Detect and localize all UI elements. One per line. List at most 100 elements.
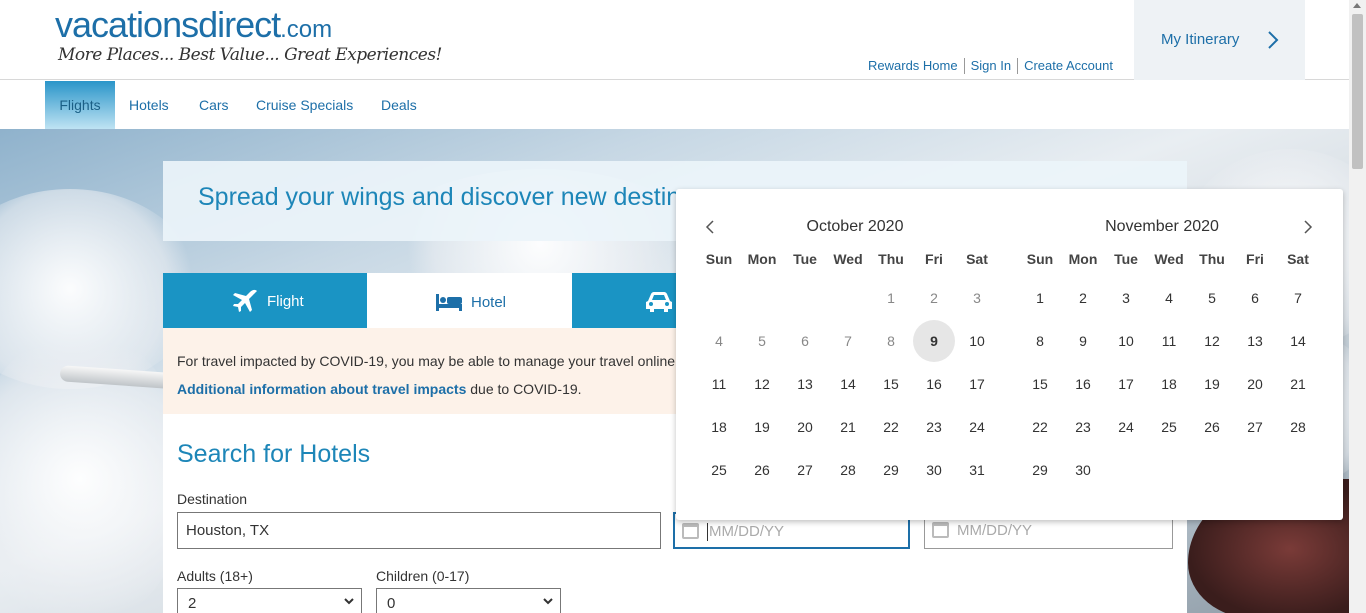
- calendar-day[interactable]: 28: [827, 449, 869, 491]
- calendar-day[interactable]: 10: [956, 320, 998, 362]
- calendar-day[interactable]: 25: [698, 449, 740, 491]
- children-select[interactable]: 0: [376, 588, 561, 613]
- calendar-day[interactable]: 17: [1105, 363, 1147, 405]
- calendar-day[interactable]: 19: [741, 406, 783, 448]
- calendar-day[interactable]: 26: [741, 449, 783, 491]
- my-itinerary-button[interactable]: My Itinerary: [1134, 0, 1305, 80]
- calendar-day[interactable]: 24: [956, 406, 998, 448]
- calendar-day[interactable]: 15: [1019, 363, 1061, 405]
- nav-item-cruise-specials[interactable]: Cruise Specials: [256, 81, 353, 129]
- calendar-day[interactable]: 20: [784, 406, 826, 448]
- calendar-day[interactable]: 16: [1062, 363, 1104, 405]
- calendar-day[interactable]: 9: [913, 320, 955, 362]
- calendar-day[interactable]: 28: [1277, 406, 1319, 448]
- tab-hotel[interactable]: Hotel: [367, 273, 572, 328]
- weekday-header: Sat: [1287, 251, 1309, 267]
- destination-input[interactable]: Houston, TX: [177, 512, 661, 549]
- weekday-header: Wed: [1154, 251, 1184, 267]
- calendar-day: 8: [887, 333, 895, 349]
- adults-select[interactable]: 2: [177, 588, 362, 613]
- calendar-day[interactable]: 17: [956, 363, 998, 405]
- calendar-day[interactable]: 24: [1105, 406, 1147, 448]
- calendar-day[interactable]: 11: [1148, 320, 1190, 362]
- month-title-right: November 2020: [1105, 218, 1219, 235]
- create-account-link[interactable]: Create Account: [1017, 58, 1119, 74]
- travel-impacts-link[interactable]: Additional information about travel impa…: [177, 381, 466, 397]
- calendar-day[interactable]: 7: [1277, 277, 1319, 319]
- calendar-day[interactable]: 12: [1191, 320, 1233, 362]
- destination-label: Destination: [177, 491, 248, 507]
- calendar-day[interactable]: 23: [1062, 406, 1104, 448]
- calendar-day[interactable]: 20: [1234, 363, 1276, 405]
- calendar-day[interactable]: 11: [698, 363, 740, 405]
- calendar-day[interactable]: 26: [1191, 406, 1233, 448]
- covid-suffix: due to COVID-19.: [466, 381, 582, 397]
- calendar-day[interactable]: 29: [870, 449, 912, 491]
- month-title-left: October 2020: [806, 218, 904, 235]
- calendar-day[interactable]: 21: [1277, 363, 1319, 405]
- calendar-day[interactable]: 31: [956, 449, 998, 491]
- calendar-day[interactable]: 16: [913, 363, 955, 405]
- scroll-up-arrow[interactable]: [1353, 3, 1361, 8]
- tab-hotel-label: Hotel: [471, 293, 507, 311]
- rewards-home-link[interactable]: Rewards Home: [862, 58, 964, 74]
- nav-item-hotels[interactable]: Hotels: [129, 81, 169, 129]
- calendar-day[interactable]: 6: [1234, 277, 1276, 319]
- weekday-header: Mon: [747, 251, 777, 267]
- weekday-header: Fri: [1246, 251, 1264, 267]
- covid-notice-line2: Additional information about travel impa…: [177, 381, 582, 397]
- tab-car[interactable]: [572, 273, 676, 328]
- calendar-day[interactable]: 22: [870, 406, 912, 448]
- weekday-header: Wed: [833, 251, 863, 267]
- calendar-day[interactable]: 12: [741, 363, 783, 405]
- calendar-day[interactable]: 19: [1191, 363, 1233, 405]
- calendar-day[interactable]: 3: [1105, 277, 1147, 319]
- calendar-day[interactable]: 13: [784, 363, 826, 405]
- calendar-day[interactable]: 14: [827, 363, 869, 405]
- chevron-down-icon: [543, 598, 553, 605]
- nav-item-deals[interactable]: Deals: [381, 81, 417, 129]
- calendar-day[interactable]: 5: [1191, 277, 1233, 319]
- calendar-day[interactable]: 4: [1148, 277, 1190, 319]
- calendar-day[interactable]: 2: [1062, 277, 1104, 319]
- date-picker: October 2020 November 2020 Sun Mon Tue Wed T…: [676, 189, 1343, 520]
- plane-icon: [233, 289, 257, 312]
- calendar-day[interactable]: 15: [870, 363, 912, 405]
- calendar-day[interactable]: 8: [1019, 320, 1061, 362]
- text-cursor: [707, 523, 708, 542]
- calendar-day[interactable]: 9: [1062, 320, 1104, 362]
- weekday-header: Tue: [793, 251, 817, 267]
- nav-item-flights[interactable]: Flights: [45, 81, 115, 129]
- calendar-day[interactable]: 21: [827, 406, 869, 448]
- calendar-day[interactable]: 30: [1062, 449, 1104, 491]
- bed-icon: [436, 294, 462, 311]
- calendar-day[interactable]: 29: [1019, 449, 1061, 491]
- sign-in-link[interactable]: Sign In: [963, 58, 1017, 74]
- calendar-day[interactable]: 13: [1234, 320, 1276, 362]
- calendar-day[interactable]: 14: [1277, 320, 1319, 362]
- logo-name: vacationsdirect: [55, 4, 281, 45]
- car-icon: [646, 292, 672, 312]
- calendar-day[interactable]: 18: [698, 406, 740, 448]
- calendar-day[interactable]: 22: [1019, 406, 1061, 448]
- scroll-thumb[interactable]: [1352, 14, 1363, 169]
- calendar-day[interactable]: 25: [1148, 406, 1190, 448]
- calendar-day[interactable]: 10: [1105, 320, 1147, 362]
- calendar-day[interactable]: 1: [1019, 277, 1061, 319]
- tab-flight[interactable]: Flight: [163, 273, 367, 328]
- calendar-day[interactable]: 23: [913, 406, 955, 448]
- calendar-day: 4: [715, 333, 723, 349]
- calendar-day: 3: [973, 290, 981, 306]
- nav-item-cars[interactable]: Cars: [199, 81, 229, 129]
- calendar-day[interactable]: 18: [1148, 363, 1190, 405]
- calendar-day: 2: [930, 290, 938, 306]
- logo[interactable]: vacationsdirect.com: [55, 4, 332, 46]
- weekday-header: Mon: [1068, 251, 1098, 267]
- checkin-placeholder: MM/DD/YY: [709, 523, 784, 540]
- calendar-day[interactable]: 30: [913, 449, 955, 491]
- calendar-day[interactable]: 27: [784, 449, 826, 491]
- calendar-day[interactable]: 27: [1234, 406, 1276, 448]
- weekday-header: Thu: [1199, 251, 1225, 267]
- page-scrollbar[interactable]: [1349, 0, 1366, 613]
- weekday-header: Tue: [1114, 251, 1138, 267]
